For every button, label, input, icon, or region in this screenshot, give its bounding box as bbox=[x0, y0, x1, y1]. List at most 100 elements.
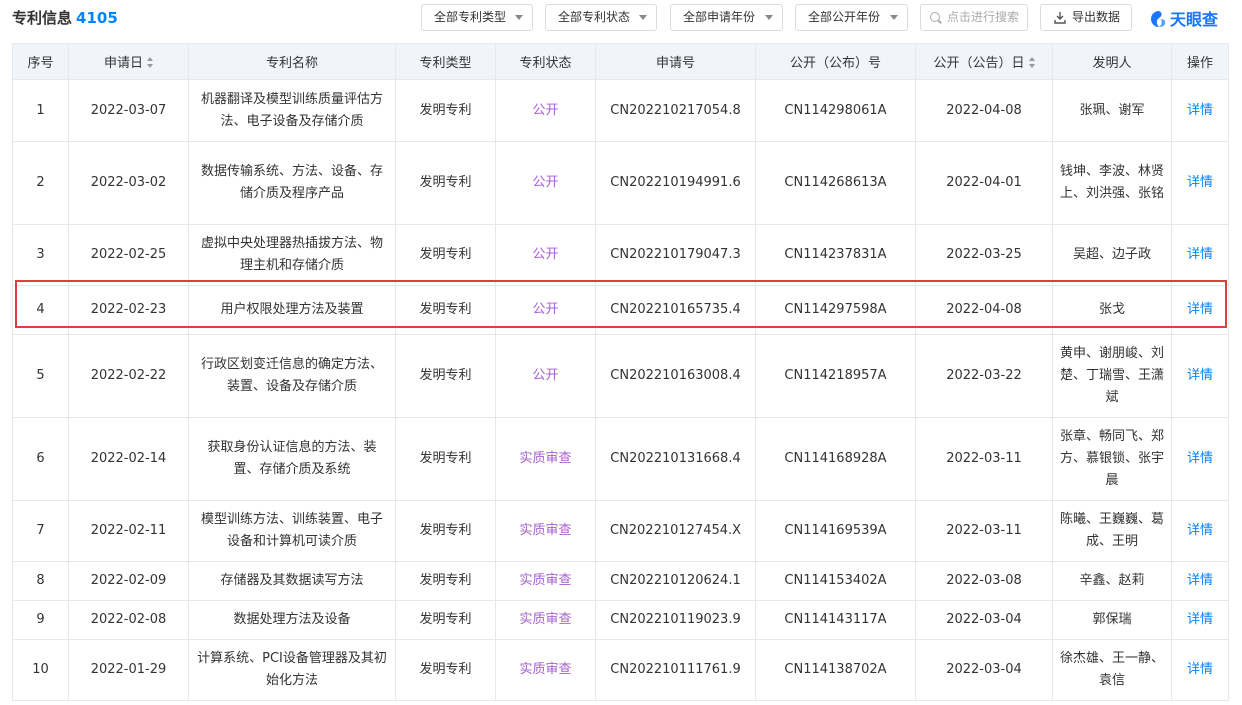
cell-apply-date: 2022-02-14 bbox=[68, 417, 189, 501]
table-row: 7 2022-02-11 模型训练方法、训练装置、电子设备和计算机可读介质 发明专利实… bbox=[12, 500, 1229, 562]
detail-link[interactable]: 详情 bbox=[1171, 417, 1229, 501]
export-label: 导出数据 bbox=[1072, 10, 1121, 24]
col-header-status: 专利状态 bbox=[495, 43, 596, 80]
col-header-no: 序号 bbox=[12, 43, 69, 80]
logo: 天眼查 bbox=[1150, 6, 1218, 30]
cell-inventors: 张珮、谢军 bbox=[1052, 79, 1172, 142]
chevron-down-icon bbox=[515, 15, 523, 20]
cell-no: 9 bbox=[12, 600, 69, 640]
cell-pub-no: CN114218957A bbox=[755, 334, 916, 418]
table-row: 9 2022-02-08 数据处理方法及设备 发明专利 实质审查 CN2022101190… bbox=[12, 600, 1229, 640]
cell-pub-no: CN114237831A bbox=[755, 224, 916, 286]
cell-patent-name: 计算系统、PCI设备管理器及其初始化方法 bbox=[188, 639, 396, 701]
cell-inventors: 张章、畅同飞、郑方、慕银锁、张宇晨 bbox=[1052, 417, 1172, 501]
cell-app-no: CN202210165735.4 bbox=[595, 285, 756, 335]
cell-patent-status: 公开 bbox=[495, 141, 596, 225]
cell-patent-name: 机器翻译及模型训练质量评估方法、电子设备及存储介质 bbox=[188, 79, 396, 142]
col-header-pub-no: 公开（公布）号 bbox=[755, 43, 916, 80]
cell-patent-status: 实质审查 bbox=[495, 600, 596, 640]
detail-link[interactable]: 详情 bbox=[1171, 334, 1229, 418]
detail-link[interactable]: 详情 bbox=[1171, 79, 1229, 142]
cell-pub-date: 2022-04-01 bbox=[915, 141, 1053, 225]
cell-app-no: CN202210127454.X bbox=[595, 500, 756, 562]
cell-patent-type: 发明专利 bbox=[395, 417, 496, 501]
cell-no: 2 bbox=[12, 141, 69, 225]
cell-pub-date: 2022-03-22 bbox=[915, 334, 1053, 418]
cell-patent-type: 发明专利 bbox=[395, 334, 496, 418]
cell-no: 4 bbox=[12, 285, 69, 335]
filter-patent-type[interactable]: 全部专利类型 bbox=[421, 4, 533, 31]
cell-pub-no: CN114143117A bbox=[755, 600, 916, 640]
title-text: 专利信息 bbox=[12, 9, 73, 27]
table-row: 3 2022-02-25 虚拟中央处理器热插拔方法、物理主机和存储介质 发明专利 公开 C… bbox=[12, 224, 1229, 286]
cell-apply-date: 2022-02-08 bbox=[68, 600, 189, 640]
chevron-down-icon bbox=[765, 15, 773, 20]
cell-app-no: CN202210111761.9 bbox=[595, 639, 756, 701]
col-header-action: 操作 bbox=[1171, 43, 1229, 80]
cell-pub-date: 2022-03-25 bbox=[915, 224, 1053, 286]
table-body: 1 2022-03-07 机器翻译及模型训练质量评估方法、电子设备及存储介质 发明专利… bbox=[12, 79, 1229, 701]
sort-icon[interactable] bbox=[1028, 57, 1035, 68]
cell-apply-date: 2022-02-25 bbox=[68, 224, 189, 286]
table-row: 2 2022-03-02 数据传输系统、方法、设备、存储介质及程序产品 发明专利 公开 C… bbox=[12, 141, 1229, 225]
patent-table: 序号 申请日 专利名称 专利类型 专利状态 申请号 公开（公布）号 公开（公告）… bbox=[12, 43, 1229, 701]
filter-apply-year[interactable]: 全部申请年份 bbox=[670, 4, 783, 31]
cell-patent-name: 用户权限处理方法及装置 bbox=[188, 285, 396, 335]
download-icon bbox=[1054, 12, 1066, 24]
table-row: 4 2022-02-23 用户权限处理方法及装置 发明专利 公开 CN2022101657… bbox=[12, 285, 1229, 335]
tianyancha-logo-icon bbox=[1151, 11, 1166, 27]
detail-link[interactable]: 详情 bbox=[1171, 141, 1229, 225]
cell-no: 1 bbox=[12, 79, 69, 142]
export-button[interactable]: 导出数据 bbox=[1040, 4, 1132, 31]
cell-pub-no: CN114138702A bbox=[755, 639, 916, 701]
table-row: 10 2022-01-29 计算系统、PCI设备管理器及其初始化方法 发明专利 实质审查… bbox=[12, 639, 1229, 701]
cell-pub-date: 2022-04-08 bbox=[915, 285, 1053, 335]
detail-link[interactable]: 详情 bbox=[1171, 285, 1229, 335]
table-row: 1 2022-03-07 机器翻译及模型训练质量评估方法、电子设备及存储介质 发明专利… bbox=[12, 79, 1229, 142]
cell-app-no: CN202210194991.6 bbox=[595, 141, 756, 225]
col-header-pub-date[interactable]: 公开（公告）日 bbox=[915, 43, 1053, 80]
detail-link[interactable]: 详情 bbox=[1171, 600, 1229, 640]
detail-link[interactable]: 详情 bbox=[1171, 224, 1229, 286]
cell-patent-name: 数据传输系统、方法、设备、存储介质及程序产品 bbox=[188, 141, 396, 225]
cell-patent-status: 公开 bbox=[495, 224, 596, 286]
detail-link[interactable]: 详情 bbox=[1171, 639, 1229, 701]
cell-patent-type: 发明专利 bbox=[395, 285, 496, 335]
filter-patent-status[interactable]: 全部专利状态 bbox=[545, 4, 657, 31]
cell-pub-date: 2022-04-08 bbox=[915, 79, 1053, 142]
cell-no: 5 bbox=[12, 334, 69, 418]
cell-app-no: CN202210119023.9 bbox=[595, 600, 756, 640]
col-header-name: 专利名称 bbox=[188, 43, 396, 80]
filter-label: 全部专利状态 bbox=[558, 10, 631, 24]
search-input[interactable]: 点击进行搜索 bbox=[920, 4, 1028, 31]
cell-pub-no: CN114153402A bbox=[755, 561, 916, 601]
cell-pub-date: 2022-03-04 bbox=[915, 639, 1053, 701]
cell-pub-no: CN114169539A bbox=[755, 500, 916, 562]
cell-apply-date: 2022-01-29 bbox=[68, 639, 189, 701]
cell-apply-date: 2022-02-23 bbox=[68, 285, 189, 335]
cell-patent-status: 公开 bbox=[495, 285, 596, 335]
cell-pub-date: 2022-03-08 bbox=[915, 561, 1053, 601]
cell-patent-type: 发明专利 bbox=[395, 79, 496, 142]
cell-no: 3 bbox=[12, 224, 69, 286]
cell-inventors: 辛鑫、赵莉 bbox=[1052, 561, 1172, 601]
cell-inventors: 钱坤、李波、林贤上、刘洪强、张铭 bbox=[1052, 141, 1172, 225]
cell-no: 6 bbox=[12, 417, 69, 501]
col-header-apply-date[interactable]: 申请日 bbox=[68, 43, 189, 80]
cell-pub-no: CN114168928A bbox=[755, 417, 916, 501]
cell-patent-status: 实质审查 bbox=[495, 639, 596, 701]
detail-link[interactable]: 详情 bbox=[1171, 561, 1229, 601]
logo-text: 天眼查 bbox=[1170, 10, 1219, 29]
filter-label: 全部申请年份 bbox=[683, 10, 756, 24]
cell-inventors: 黄申、谢朋峻、刘楚、丁瑞雪、王潇斌 bbox=[1052, 334, 1172, 418]
cell-patent-status: 实质审查 bbox=[495, 561, 596, 601]
detail-link[interactable]: 详情 bbox=[1171, 500, 1229, 562]
filter-publish-year[interactable]: 全部公开年份 bbox=[795, 4, 908, 31]
cell-patent-name: 存储器及其数据读写方法 bbox=[188, 561, 396, 601]
cell-pub-no: CN114298061A bbox=[755, 79, 916, 142]
filter-label: 全部专利类型 bbox=[434, 10, 507, 24]
cell-app-no: CN202210131668.4 bbox=[595, 417, 756, 501]
sort-icon[interactable] bbox=[147, 57, 153, 68]
cell-no: 10 bbox=[12, 639, 69, 701]
cell-pub-date: 2022-03-11 bbox=[915, 500, 1053, 562]
